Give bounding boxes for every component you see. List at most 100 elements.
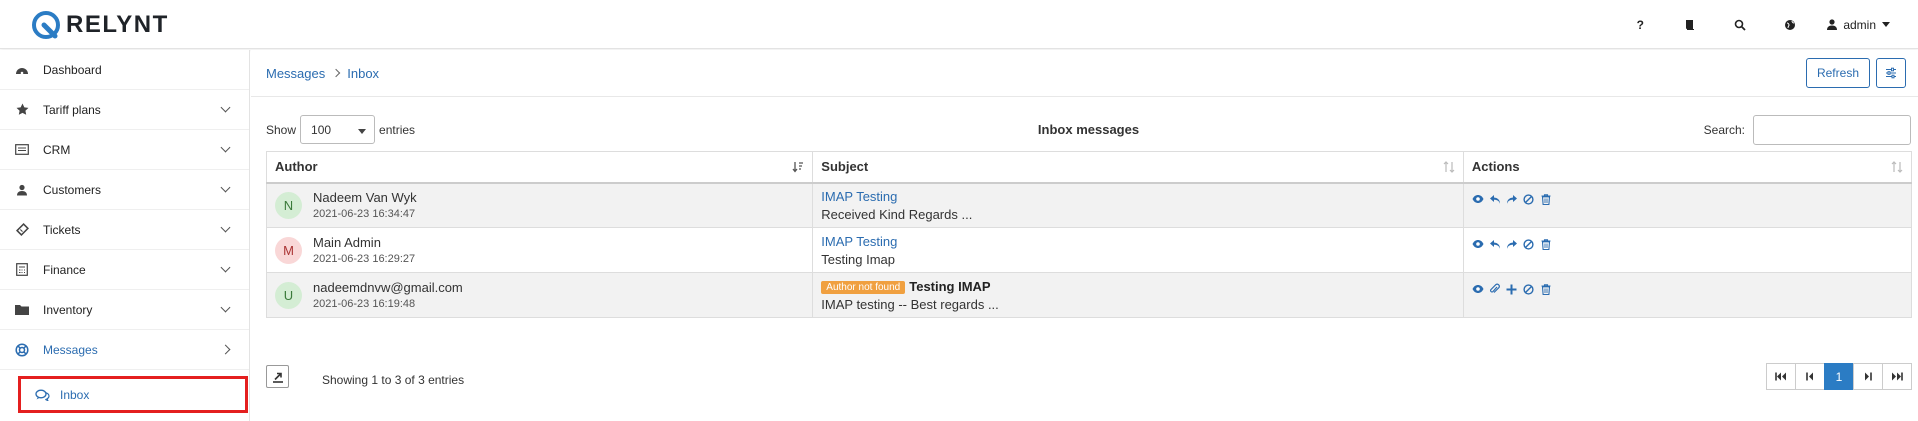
sidebar-item-tariff-plans[interactable]: Tariff plans	[0, 90, 249, 130]
view-icon[interactable]	[1472, 283, 1484, 295]
refresh-button[interactable]: Refresh	[1805, 58, 1870, 88]
table-row[interactable]: N Nadeem Van Wyk 2021-06-23 16:34:47 IMA…	[265, 182, 1913, 228]
chevron-down-icon	[1882, 22, 1890, 27]
user-icon	[14, 182, 30, 198]
breadcrumb-inbox[interactable]: Inbox	[347, 66, 379, 81]
block-icon[interactable]	[1523, 238, 1535, 250]
previous-page-icon	[1806, 372, 1813, 381]
author-name: Nadeem Van Wyk	[313, 190, 417, 206]
chevron-right-icon	[332, 68, 341, 78]
sidebar-item-label: CRM	[43, 142, 71, 157]
sidebar-item-dashboard[interactable]: Dashboard	[0, 50, 249, 90]
subject-link[interactable]: Testing IMAP	[909, 279, 990, 294]
chevron-down-icon	[220, 222, 231, 233]
breadcrumb-messages[interactable]: Messages	[266, 66, 325, 81]
table-row[interactable]: U nadeemdnvw@gmail.com 2021-06-23 16:19:…	[265, 272, 1913, 318]
search-input[interactable]	[1753, 115, 1911, 145]
user-icon	[1827, 19, 1838, 30]
first-page-button[interactable]	[1766, 363, 1796, 390]
trash-icon[interactable]	[1540, 193, 1552, 205]
sidebar-item-crm[interactable]: CRM	[0, 130, 249, 170]
crm-icon	[14, 142, 30, 158]
export-icon	[272, 372, 283, 383]
table-title: Inbox messages	[1037, 122, 1140, 137]
book-icon[interactable]	[1665, 0, 1715, 49]
sidebar-subitem-inbox[interactable]: Inbox	[18, 376, 248, 413]
chat-icon	[35, 389, 50, 401]
sidebar: Dashboard Tariff plans CRM Customers Tic…	[0, 50, 250, 421]
view-icon[interactable]	[1472, 193, 1484, 205]
block-icon[interactable]	[1523, 283, 1535, 295]
message-preview: Received Kind Regards ...	[821, 206, 973, 222]
sort-icon	[1443, 161, 1455, 176]
plus-icon[interactable]	[1506, 283, 1518, 295]
trash-icon[interactable]	[1540, 238, 1552, 250]
next-page-icon	[1865, 372, 1872, 381]
sliders-icon	[1886, 67, 1896, 79]
search-label: Search:	[1703, 123, 1745, 137]
block-icon[interactable]	[1523, 193, 1535, 205]
paperclip-icon[interactable]	[1489, 283, 1501, 295]
help-icon[interactable]: ?	[1615, 0, 1665, 49]
author-name: Main Admin	[313, 235, 381, 250]
forward-icon[interactable]	[1506, 193, 1518, 205]
user-menu[interactable]: admin	[1815, 18, 1918, 32]
column-header-label: Actions	[1471, 159, 1520, 175]
message-date: 2021-06-23 16:29:27	[313, 253, 416, 265]
reply-icon[interactable]	[1489, 238, 1501, 250]
trash-icon[interactable]	[1540, 283, 1552, 295]
message-date: 2021-06-23 16:34:47	[313, 208, 416, 221]
export-button[interactable]	[266, 365, 289, 388]
chevron-down-icon	[220, 262, 231, 273]
sidebar-item-messages[interactable]: Messages	[0, 330, 249, 370]
star-icon	[14, 102, 30, 118]
table-row[interactable]: M Main Admin 2021-06-23 16:29:27 IMAP Te…	[265, 227, 1913, 273]
breadcrumb-bar: Messages Inbox Refresh	[251, 50, 1918, 97]
chevron-down-icon	[220, 302, 231, 313]
author-name: nadeemdnvw@gmail.com	[313, 280, 463, 295]
next-page-button[interactable]	[1853, 363, 1883, 390]
subject-link[interactable]: IMAP Testing	[821, 234, 1455, 249]
sidebar-item-label: Messages	[43, 342, 98, 357]
chevron-down-icon	[220, 142, 231, 153]
messages-table: Author Subject Actions N Nadeem Van Wyk …	[265, 151, 1913, 318]
lifebuoy-icon	[14, 342, 30, 358]
forward-icon[interactable]	[1506, 238, 1518, 250]
avatar: U	[275, 281, 302, 309]
sidebar-item-tickets[interactable]: Tickets	[0, 210, 249, 250]
page-1-button[interactable]: 1	[1824, 363, 1854, 390]
chevron-down-icon	[220, 102, 231, 113]
previous-page-button[interactable]	[1795, 363, 1825, 390]
relynt-logo[interactable]: RELYNT	[30, 9, 169, 41]
filter-settings-button[interactable]	[1876, 58, 1906, 88]
message-preview: Testing Imap	[821, 251, 895, 267]
search-icon[interactable]	[1715, 0, 1765, 49]
view-icon[interactable]	[1472, 238, 1484, 250]
calculator-icon	[14, 262, 30, 278]
sidebar-item-label: Tariff plans	[43, 102, 101, 117]
column-header-actions[interactable]: Actions	[1462, 151, 1913, 184]
column-header-author[interactable]: Author	[265, 151, 814, 184]
pagination: 1	[1766, 363, 1912, 390]
user-name: admin	[1843, 17, 1876, 32]
chevron-right-icon	[220, 344, 231, 355]
globe-icon[interactable]	[1765, 0, 1815, 49]
last-page-button[interactable]	[1882, 363, 1912, 390]
reply-icon[interactable]	[1489, 193, 1501, 205]
sidebar-item-customers[interactable]: Customers	[0, 170, 249, 210]
sidebar-item-finance[interactable]: Finance	[0, 250, 249, 290]
folder-icon	[14, 302, 30, 318]
sidebar-item-label: Customers	[43, 182, 102, 197]
sort-icon	[1891, 161, 1903, 176]
author-not-found-badge: Author not found	[821, 280, 906, 294]
subject-link[interactable]: IMAP Testing	[821, 189, 1455, 204]
first-page-icon	[1775, 372, 1786, 381]
message-preview: IMAP testing -- Best regards ...	[821, 296, 999, 312]
sidebar-item-label: Finance	[43, 262, 86, 277]
chevron-down-icon	[220, 182, 231, 193]
column-header-label: Subject	[821, 159, 869, 175]
top-navbar: RELYNT ? admin	[0, 0, 1918, 49]
column-header-subject[interactable]: Subject	[812, 151, 1464, 184]
sidebar-item-label: Inventory	[43, 302, 93, 317]
sidebar-item-inventory[interactable]: Inventory	[0, 290, 249, 330]
